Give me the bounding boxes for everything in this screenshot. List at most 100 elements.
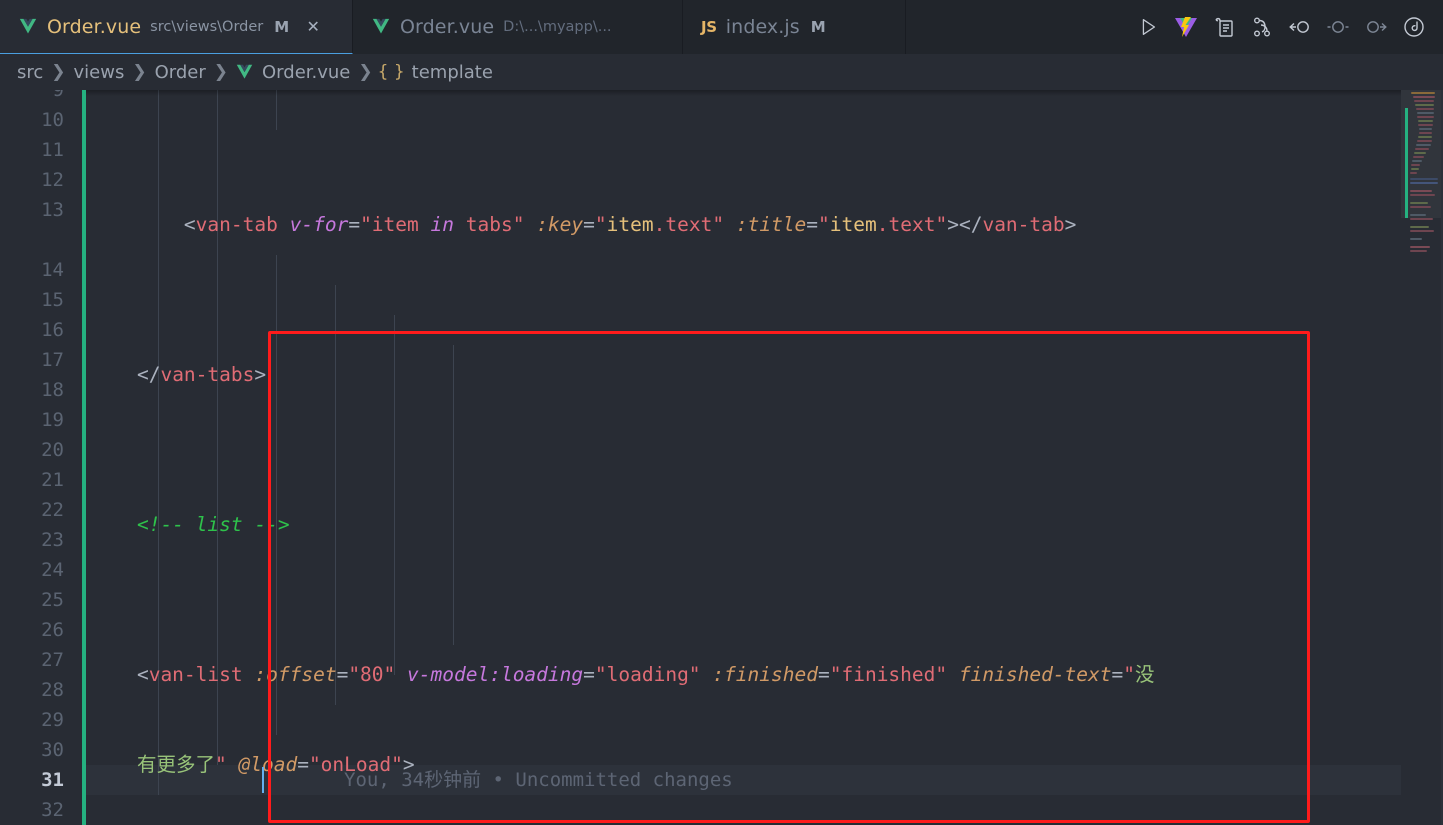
vue-file-icon (235, 64, 254, 81)
line-number: 29 (41, 709, 64, 731)
minimap-line (1410, 226, 1429, 228)
minimap-line (1414, 100, 1434, 102)
close-icon[interactable]: ✕ (304, 18, 322, 36)
line-number: 17 (41, 349, 64, 371)
chevron-right-icon: ❯ (132, 62, 147, 82)
git-blame-annotation: You, 34秒钟前 • Uncommitted changes (344, 769, 733, 791)
editor-tab-bar: Order.vue src\views\Order M ✕ Order.vue … (0, 0, 1443, 54)
minimap-line (1415, 148, 1429, 150)
line-number: 14 (41, 259, 64, 281)
minimap-line (1419, 132, 1432, 134)
breadcrumb-item-order[interactable]: Order (152, 62, 209, 83)
breadcrumb: src ❯ views ❯ Order ❯ Order.vue ❯ { } te… (0, 54, 1443, 90)
minimap-line (1418, 120, 1433, 122)
vue-file-icon (371, 18, 391, 36)
tab-label: Order.vue (47, 15, 142, 38)
minimap-line (1413, 156, 1424, 158)
source-code[interactable]: <van-tab v-for="item in tabs" :key="item… (90, 90, 1155, 825)
minimap-line (1414, 152, 1426, 154)
chevron-right-icon: ❯ (213, 62, 229, 82)
code-line-12[interactable]: <!-- list --> (90, 510, 1155, 540)
git-lens-icon[interactable] (1395, 8, 1433, 46)
tab-modified-badge: M (810, 18, 826, 36)
minimap-line (1418, 124, 1433, 126)
breadcrumb-item-src[interactable]: src (14, 62, 46, 83)
git-stage-circle-icon[interactable] (1319, 8, 1357, 46)
line-number: 16 (41, 319, 64, 341)
breadcrumb-item-views[interactable]: views (71, 62, 128, 83)
line-number: 25 (41, 589, 64, 611)
tab-path-description: D:\...\myapp\... (503, 19, 612, 35)
minimap-line (1418, 136, 1432, 138)
line-number: 30 (41, 739, 64, 761)
minimap-line (1417, 140, 1432, 142)
line-number: 13 (41, 199, 64, 221)
source-control-icon[interactable] (1243, 8, 1281, 46)
line-number: 20 (41, 439, 64, 461)
tab-path-description: src\views\Order (150, 18, 264, 35)
line-number: 26 (41, 619, 64, 641)
minimap-line (1413, 96, 1435, 98)
js-file-icon: JS (701, 18, 717, 36)
minimap-line (1410, 178, 1438, 180)
minimap-line (1410, 172, 1417, 174)
line-number: 19 (41, 409, 64, 431)
line-number-current: 31 (41, 769, 64, 791)
git-previous-change-icon[interactable] (1281, 8, 1319, 46)
breadcrumb-item-template[interactable]: template (409, 62, 496, 83)
minimap-line (1416, 108, 1434, 110)
line-number: 32 (41, 799, 64, 821)
code-line-13[interactable]: <van-list :offset="80" v-model:loading="… (90, 660, 1155, 690)
tab-label: Order.vue (400, 16, 495, 38)
line-number: 28 (41, 679, 64, 701)
braces-icon: { } (377, 62, 405, 82)
git-next-change-icon[interactable] (1357, 8, 1395, 46)
minimap-line (1417, 112, 1434, 114)
line-number: 27 (41, 649, 64, 671)
chevron-right-icon: ❯ (358, 62, 373, 82)
minimap-line (1411, 164, 1420, 166)
breadcrumb-item-order-vue[interactable]: Order.vue (259, 62, 353, 83)
line-number: 11 (41, 139, 64, 161)
minimap-line (1411, 92, 1435, 94)
minimap-line (1411, 168, 1419, 170)
code-line-11[interactable]: </van-tabs> (90, 360, 1155, 390)
run-play-icon[interactable] (1129, 8, 1167, 46)
scroll-top-shadow (86, 90, 1443, 96)
minimap-line (1410, 246, 1430, 248)
minimap-line (1410, 218, 1433, 220)
minimap-line (1410, 250, 1427, 252)
tab-bar-empty-space (906, 0, 1129, 54)
line-number: 22 (41, 499, 64, 521)
tab-label: index.js (725, 16, 800, 38)
tab-order-vue-active[interactable]: Order.vue src\views\Order M ✕ (0, 0, 353, 54)
minimap-line (1410, 190, 1432, 192)
vue-file-icon (18, 18, 38, 36)
minimap-line (1410, 238, 1422, 240)
tab-order-vue-secondary[interactable]: Order.vue D:\...\myapp\... (353, 0, 683, 54)
minimap-line (1410, 214, 1426, 216)
line-number-gutter: 9 10 11 12 13 14 15 16 17 18 19 20 21 22… (0, 90, 87, 825)
vscode-window: Order.vue src\views\Order M ✕ Order.vue … (0, 0, 1443, 825)
minimap-line (1412, 160, 1422, 162)
line-number: 10 (41, 109, 64, 131)
minimap-line (1415, 104, 1434, 106)
minimap-line (1410, 194, 1435, 196)
code-minimap[interactable] (1401, 90, 1443, 825)
code-editor[interactable]: 9 10 11 12 13 14 15 16 17 18 19 20 21 22… (0, 90, 1443, 825)
line-number: 23 (41, 529, 64, 551)
vue-devtools-icon[interactable] (1167, 8, 1205, 46)
code-content-area[interactable]: <van-tab v-for="item in tabs" :key="item… (86, 90, 1443, 825)
minimap-line (1410, 202, 1428, 204)
tab-modified-badge: M (274, 17, 290, 36)
minimap-line (1416, 144, 1431, 146)
line-number: 9 (52, 90, 64, 101)
line-number: 24 (41, 559, 64, 581)
tab-index-js[interactable]: JS index.js M (683, 0, 906, 54)
code-line-10[interactable]: <van-tab v-for="item in tabs" :key="item… (90, 210, 1155, 240)
minimap-line (1410, 182, 1438, 184)
chevron-right-icon: ❯ (51, 62, 66, 82)
split-editor-icon[interactable] (1205, 8, 1243, 46)
line-number: 21 (41, 469, 64, 491)
minimap-git-indicator (1405, 108, 1408, 218)
